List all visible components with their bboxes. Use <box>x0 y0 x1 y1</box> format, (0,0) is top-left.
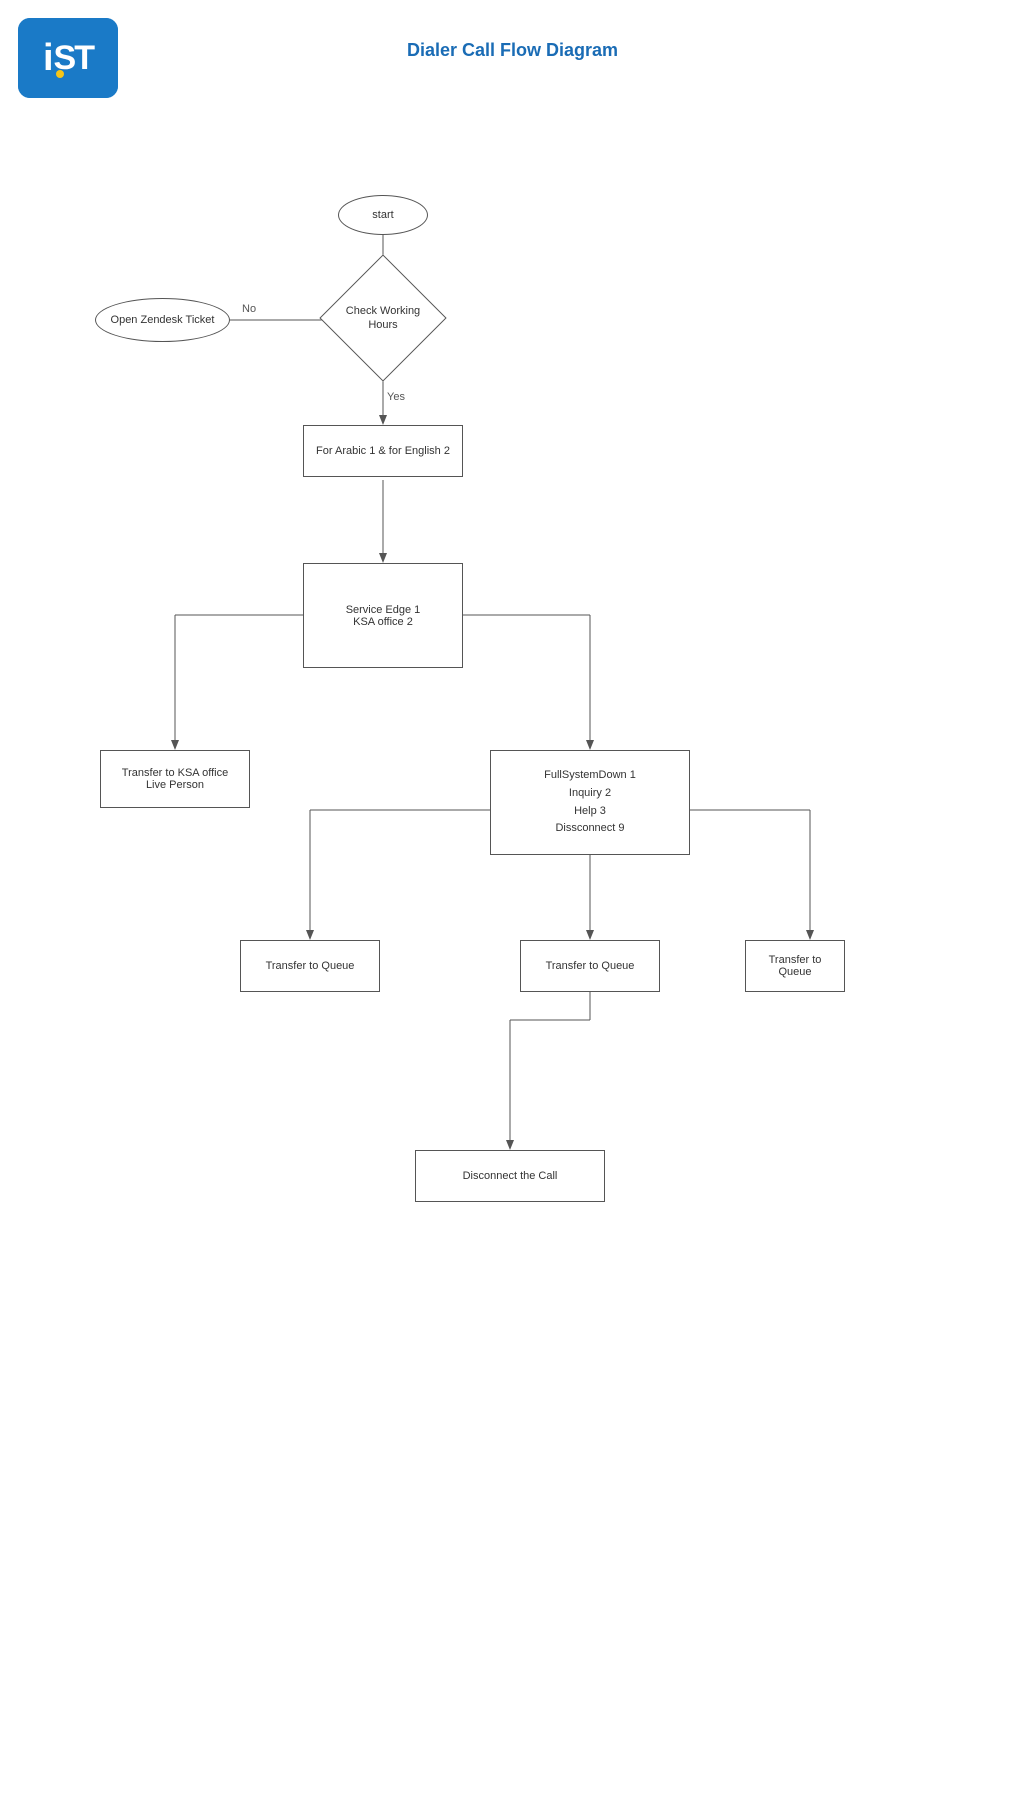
logo-mark: i ST <box>43 37 93 80</box>
arabic-english-node: For Arabic 1 & for English 2 <box>303 425 463 477</box>
open-zendesk-node: Open Zendesk Ticket <box>95 298 230 342</box>
check-working-hours-node: Check Working Hours <box>338 273 428 363</box>
start-node: start <box>338 195 428 235</box>
full-system-down-node: FullSystemDown 1 Inquiry 2 Help 3 Dissco… <box>490 750 690 855</box>
transfer-queue-2-node: Transfer to Queue <box>520 940 660 992</box>
transfer-queue-1-node: Transfer to Queue <box>240 940 380 992</box>
logo-i: i <box>43 37 54 80</box>
flowchart: Yes No start <box>0 80 1025 1814</box>
svg-text:Yes: Yes <box>387 391 405 403</box>
transfer-ksa-node: Transfer to KSA office Live Person <box>100 750 250 808</box>
svg-text:No: No <box>242 303 256 315</box>
service-edge-node: Service Edge 1 KSA office 2 <box>303 563 463 668</box>
diagram-title: Dialer Call Flow Diagram <box>0 40 1025 61</box>
logo-dot <box>56 70 64 78</box>
transfer-queue-3-node: Transfer to Queue <box>745 940 845 992</box>
logo-container: i ST <box>18 18 118 98</box>
disconnect-node: Disconnect the Call <box>415 1150 605 1202</box>
